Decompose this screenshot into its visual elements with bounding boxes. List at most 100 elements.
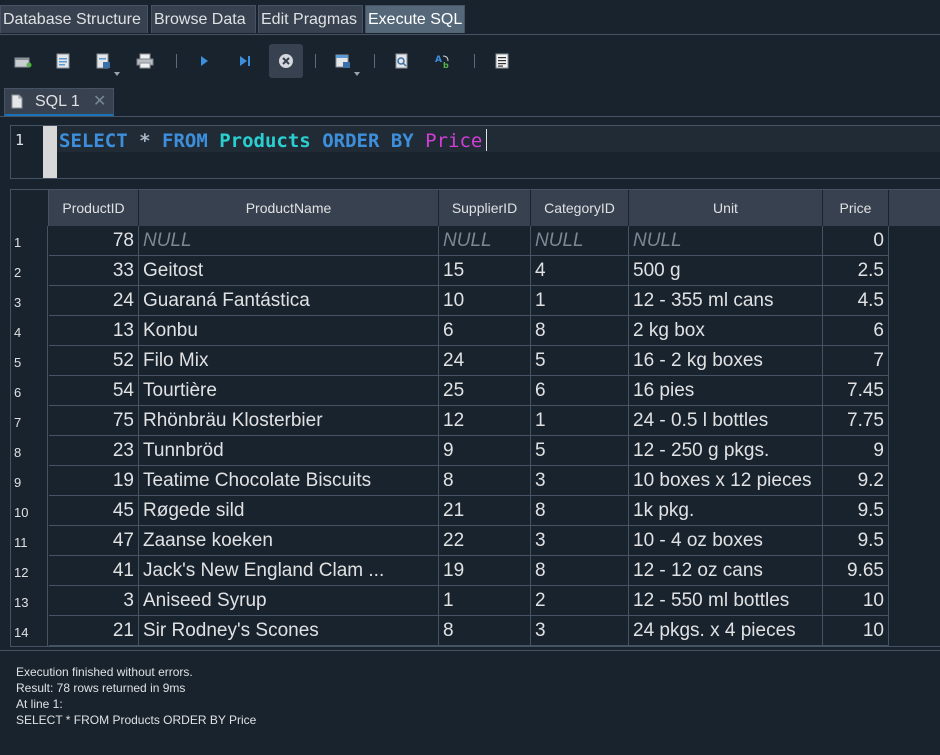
cell-supplierid[interactable]: 9 (439, 436, 531, 466)
cell-productname[interactable]: Teatime Chocolate Biscuits (139, 466, 439, 496)
cell-productname[interactable]: Aniseed Syrup (139, 586, 439, 616)
table-row[interactable]: 3 24 Guaraná Fantástica 10 1 12 - 355 ml cans… (11, 286, 889, 316)
cell-productid[interactable]: 13 (49, 316, 139, 346)
cell-productid[interactable]: 33 (49, 256, 139, 286)
row-number[interactable]: 10 (11, 496, 48, 526)
cell-productname[interactable]: Zaanse koeken (139, 526, 439, 556)
find-button[interactable] (385, 44, 419, 78)
cell-supplierid[interactable]: NULL (439, 226, 531, 256)
cell-productid[interactable]: 3 (49, 586, 139, 616)
cell-unit[interactable]: 16 pies (629, 376, 823, 406)
table-row[interactable]: 6 54 Tourtière 25 6 16 pies 7.45 (11, 376, 889, 406)
column-header-supplierid[interactable]: SupplierID (439, 190, 531, 226)
cell-unit[interactable]: 16 - 2 kg boxes (629, 346, 823, 376)
column-header-price[interactable]: Price (823, 190, 889, 226)
cell-categoryid[interactable]: 5 (531, 436, 629, 466)
table-row[interactable]: 10 45 Røgede sild 21 8 1k pkg. 9.5 (11, 496, 889, 526)
cell-supplierid[interactable]: 22 (439, 526, 531, 556)
grid-corner[interactable] (11, 190, 49, 226)
cell-categoryid[interactable]: 1 (531, 286, 629, 316)
cell-categoryid[interactable]: 8 (531, 496, 629, 526)
row-number[interactable]: 8 (11, 436, 48, 466)
tab-database-structure[interactable]: Database Structure (0, 5, 148, 33)
cell-productid[interactable]: 19 (49, 466, 139, 496)
row-number[interactable]: 12 (11, 556, 48, 586)
cell-categoryid[interactable]: 1 (531, 406, 629, 436)
cell-productid[interactable]: 52 (49, 346, 139, 376)
cell-price[interactable]: 9 (823, 436, 889, 466)
cell-supplierid[interactable]: 8 (439, 616, 531, 646)
cell-price[interactable]: 9.2 (823, 466, 889, 496)
column-header-unit[interactable]: Unit (629, 190, 823, 226)
tab-browse-data[interactable]: Browse Data (151, 5, 256, 33)
cell-categoryid[interactable]: 3 (531, 526, 629, 556)
comment-button[interactable] (485, 44, 519, 78)
open-sql-file-button[interactable] (46, 44, 80, 78)
cell-unit[interactable]: 12 - 12 oz cans (629, 556, 823, 586)
table-row[interactable]: 4 13 Konbu 6 8 2 kg box 6 (11, 316, 889, 346)
print-button[interactable] (128, 44, 162, 78)
open-tab-button[interactable] (6, 44, 40, 78)
cell-productname[interactable]: NULL (139, 226, 439, 256)
cell-supplierid[interactable]: 15 (439, 256, 531, 286)
cell-price[interactable]: 9.5 (823, 496, 889, 526)
cell-unit[interactable]: 12 - 250 g pkgs. (629, 436, 823, 466)
cell-supplierid[interactable]: 25 (439, 376, 531, 406)
cell-productid[interactable]: 75 (49, 406, 139, 436)
find-replace-button[interactable]: Ab (426, 44, 460, 78)
cell-unit[interactable]: 1k pkg. (629, 496, 823, 526)
cell-productname[interactable]: Sir Rodney's Scones (139, 616, 439, 646)
cell-productid[interactable]: 54 (49, 376, 139, 406)
cell-unit[interactable]: 2 kg box (629, 316, 823, 346)
cell-unit[interactable]: 12 - 355 ml cans (629, 286, 823, 316)
row-number[interactable]: 5 (11, 346, 48, 376)
cell-unit[interactable]: 500 g (629, 256, 823, 286)
pane-splitter[interactable] (0, 650, 940, 657)
stop-execution-button[interactable] (269, 44, 303, 78)
cell-categoryid[interactable]: 6 (531, 376, 629, 406)
cell-productid[interactable]: 24 (49, 286, 139, 316)
cell-productid[interactable]: 78 (49, 226, 139, 256)
cell-productname[interactable]: Geitost (139, 256, 439, 286)
cell-categoryid[interactable]: 4 (531, 256, 629, 286)
cell-supplierid[interactable]: 1 (439, 586, 531, 616)
cell-price[interactable]: 7.75 (823, 406, 889, 436)
cell-price[interactable]: 6 (823, 316, 889, 346)
cell-price[interactable]: 2.5 (823, 256, 889, 286)
table-row[interactable]: 13 3 Aniseed Syrup 1 2 12 - 550 ml bottles 10 (11, 586, 889, 616)
row-number[interactable]: 9 (11, 466, 48, 496)
cell-price[interactable]: 10 (823, 586, 889, 616)
table-row[interactable]: 5 52 Filo Mix 24 5 16 - 2 kg boxes 7 (11, 346, 889, 376)
cell-productname[interactable]: Tourtière (139, 376, 439, 406)
cell-price[interactable]: 0 (823, 226, 889, 256)
cell-productid[interactable]: 23 (49, 436, 139, 466)
save-sql-file-button[interactable] (86, 44, 120, 78)
cell-price[interactable]: 4.5 (823, 286, 889, 316)
sql-code-line[interactable]: SELECT * FROM Products ORDER BY Price (59, 129, 488, 152)
cell-categoryid[interactable]: 3 (531, 616, 629, 646)
execute-line-button[interactable] (228, 44, 262, 78)
tab-edit-pragmas[interactable]: Edit Pragmas (258, 5, 363, 33)
cell-supplierid[interactable]: 6 (439, 316, 531, 346)
row-number[interactable]: 14 (11, 616, 48, 646)
cell-productid[interactable]: 41 (49, 556, 139, 586)
tab-execute-sql[interactable]: Execute SQL (365, 5, 465, 33)
cell-price[interactable]: 9.5 (823, 526, 889, 556)
table-row[interactable]: 11 47 Zaanse koeken 22 3 10 - 4 oz boxes 9.5 (11, 526, 889, 556)
column-header-categoryid[interactable]: CategoryID (531, 190, 629, 226)
row-number[interactable]: 6 (11, 376, 48, 406)
cell-price[interactable]: 7 (823, 346, 889, 376)
cell-unit[interactable]: 24 - 0.5 l bottles (629, 406, 823, 436)
cell-supplierid[interactable]: 24 (439, 346, 531, 376)
cell-productname[interactable]: Tunnbröd (139, 436, 439, 466)
cell-productid[interactable]: 47 (49, 526, 139, 556)
cell-productid[interactable]: 21 (49, 616, 139, 646)
cell-productname[interactable]: Jack's New England Clam ... (139, 556, 439, 586)
cell-price[interactable]: 10 (823, 616, 889, 646)
cell-productname[interactable]: Filo Mix (139, 346, 439, 376)
save-results-button[interactable] (326, 44, 360, 78)
column-header-productname[interactable]: ProductName (139, 190, 439, 226)
cell-supplierid[interactable]: 10 (439, 286, 531, 316)
close-icon[interactable]: ✕ (93, 89, 106, 115)
cell-categoryid[interactable]: 2 (531, 586, 629, 616)
